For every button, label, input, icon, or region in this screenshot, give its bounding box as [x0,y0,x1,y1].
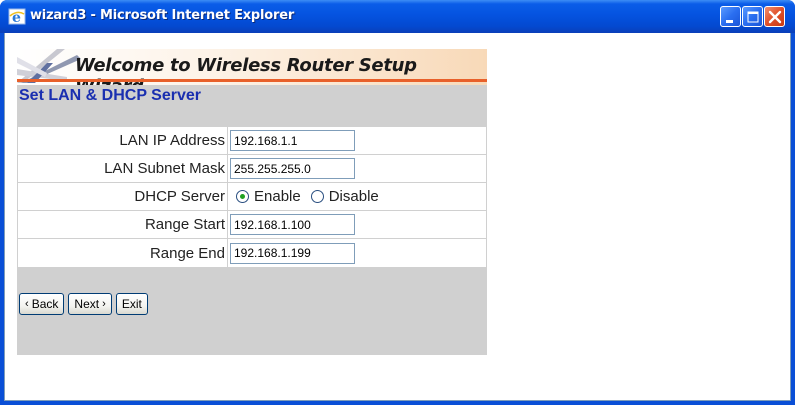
lan-ip-row: LAN IP Address [18,127,486,155]
back-button[interactable]: ‹ Back [19,293,65,315]
next-label: Next [74,297,100,311]
wizard-buttons: ‹ Back Next › Exit [19,293,148,315]
lan-ip-cell [227,127,486,154]
close-button[interactable] [764,6,785,27]
dhcp-disable-radio[interactable] [310,190,324,203]
title-bar[interactable]: e wizard3 - Microsoft Internet Explorer [0,0,795,33]
next-button[interactable]: Next › [68,293,112,315]
dhcp-disable-label[interactable]: Disable [329,188,379,205]
range-start-row: Range Start [18,211,486,239]
lan-ip-label: LAN IP Address [119,132,225,149]
right-arrow-icon: › [99,298,106,310]
wizard-panel: Welcome to Wireless Router Setup Wizard … [17,49,487,355]
minimize-icon [726,20,733,23]
banner-divider [17,79,487,82]
dhcp-row: DHCP Server Enable Disable [18,183,486,211]
range-end-row: Range End [18,239,486,267]
range-end-input[interactable] [230,242,355,264]
left-arrow-icon: ‹ [25,298,32,310]
lan-dhcp-form: LAN IP Address LAN Subnet Mask DHCP Serv… [18,127,486,267]
exit-label: Exit [121,297,142,311]
browser-window: e wizard3 - Microsoft Internet Explorer [0,0,795,405]
window-title: wizard3 - Microsoft Internet Explorer [30,8,295,23]
exit-button[interactable]: Exit [115,293,148,315]
dhcp-enable-radio[interactable] [236,190,249,203]
dhcp-radio-group: Enable Disable [230,188,383,205]
dhcp-enable-label[interactable]: Enable [254,188,301,205]
lan-ip-input[interactable] [230,130,355,151]
ie-icon: e [8,8,26,26]
minimize-button[interactable] [720,6,741,27]
range-end-label: Range End [149,244,225,262]
range-start-label: Range Start [144,216,225,233]
section-title: Set LAN & DHCP Server [19,87,201,104]
range-start-input[interactable] [230,214,355,235]
dhcp-cell: Enable Disable [227,183,486,210]
close-icon [768,10,782,24]
subnet-cell [227,155,486,182]
maximize-icon [747,11,759,23]
subnet-label: LAN Subnet Mask [104,160,225,177]
back-label: Back [31,297,59,311]
wizard-banner: Welcome to Wireless Router Setup Wizard [17,49,487,85]
range-end-cell [227,239,486,267]
page-content: Welcome to Wireless Router Setup Wizard … [4,33,791,401]
maximize-button[interactable] [742,6,763,27]
subnet-row: LAN Subnet Mask [18,155,486,183]
range-start-cell [227,211,486,238]
dhcp-label: DHCP Server [134,188,225,205]
subnet-mask-input[interactable] [230,158,355,179]
